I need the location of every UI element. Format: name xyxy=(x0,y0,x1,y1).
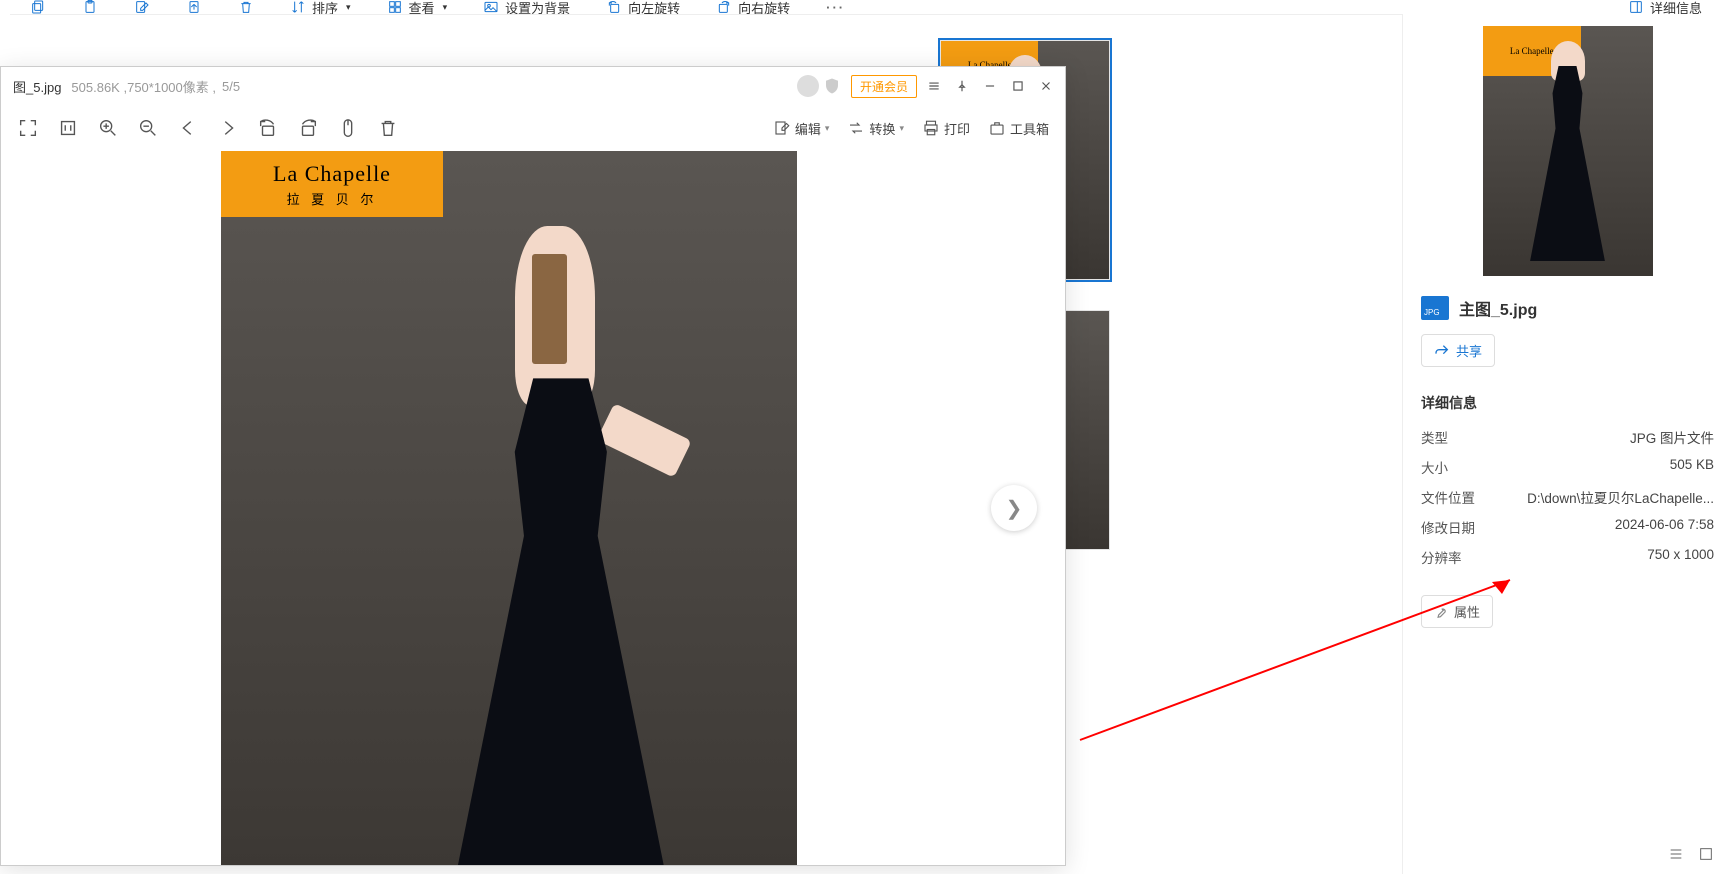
meta-size: 大小505 KB xyxy=(1421,457,1714,477)
viewer-count: 5/5 xyxy=(222,79,240,94)
meta-resolution: 分辨率750 x 1000 xyxy=(1421,547,1714,567)
meta-modified: 修改日期2024-06-06 7:58 xyxy=(1421,517,1714,537)
details-preview: La Chapelle xyxy=(1483,26,1653,276)
copy-icon[interactable] xyxy=(30,0,46,15)
toolbar-divider xyxy=(10,14,1532,15)
trash-icon[interactable] xyxy=(377,117,399,139)
filetype-icon xyxy=(1421,296,1449,320)
close-icon[interactable] xyxy=(1039,79,1053,93)
viewer-toolbar: 编辑▾ 转换▾ 打印 工具箱 xyxy=(1,105,1065,151)
viewer-filename: 图_5.jpg xyxy=(13,77,61,96)
share-arrow-icon xyxy=(1434,343,1450,359)
explorer-toolbar: 排序▾ 查看▾ 设置为背景 向左旋转 向右旋转 ··· 详细信息 xyxy=(0,0,1732,14)
meta-path: 文件位置D:\down\拉夏贝尔LaChapelle... xyxy=(1421,487,1714,507)
list-view-icon[interactable] xyxy=(1668,846,1684,862)
photo-subject xyxy=(417,212,705,865)
hamburger-icon[interactable] xyxy=(927,79,941,93)
paste-icon[interactable] xyxy=(82,0,98,15)
wrench-icon xyxy=(1434,605,1448,619)
maximize-icon[interactable] xyxy=(1011,79,1025,93)
prev-icon[interactable] xyxy=(177,117,199,139)
mouse-icon[interactable] xyxy=(337,117,359,139)
viewer-titlebar: 图_5.jpg 505.86K ,750*1000像素 , 5/5 开通会员 xyxy=(1,67,1065,105)
details-section-title: 详细信息 xyxy=(1421,393,1714,413)
delete-icon[interactable] xyxy=(238,0,254,15)
minimize-icon[interactable] xyxy=(983,79,997,93)
pin-icon[interactable] xyxy=(955,79,969,93)
rename-icon[interactable] xyxy=(134,0,150,15)
print-button[interactable]: 打印 xyxy=(922,119,970,138)
vip-button[interactable]: 开通会员 xyxy=(851,75,917,98)
edit-button[interactable]: 编辑▾ xyxy=(773,119,830,138)
more-button[interactable]: ··· xyxy=(826,0,845,15)
image-viewer-window: 图_5.jpg 505.86K ,750*1000像素 , 5/5 开通会员 xyxy=(0,66,1066,866)
viewer-canvas: La Chapelle 拉 夏 贝 尔 ❯ xyxy=(1,151,1065,865)
next-icon[interactable] xyxy=(217,117,239,139)
user-avatar[interactable] xyxy=(797,75,819,97)
details-panel: La Chapelle 主图_5.jpg 共享 详细信息 类型JPG 图片文件 … xyxy=(1402,14,1732,874)
details-filename: 主图_5.jpg xyxy=(1459,296,1537,320)
shield-icon[interactable] xyxy=(823,77,841,95)
panel-view-icon[interactable] xyxy=(1698,846,1714,862)
share-icon[interactable] xyxy=(186,0,202,15)
zoom-out-icon[interactable] xyxy=(137,117,159,139)
brand-watermark: La Chapelle 拉 夏 贝 尔 xyxy=(221,151,443,217)
zoom-in-icon[interactable] xyxy=(97,117,119,139)
fullscreen-icon[interactable] xyxy=(17,117,39,139)
attributes-button[interactable]: 属性 xyxy=(1421,595,1493,628)
fit-icon[interactable] xyxy=(57,117,79,139)
rotate-ccw-icon[interactable] xyxy=(257,117,279,139)
meta-type: 类型JPG 图片文件 xyxy=(1421,427,1714,447)
share-button[interactable]: 共享 xyxy=(1421,334,1495,367)
main-image[interactable]: La Chapelle 拉 夏 贝 尔 xyxy=(221,151,797,865)
convert-button[interactable]: 转换▾ xyxy=(847,119,904,138)
toolbox-button[interactable]: 工具箱 xyxy=(988,119,1049,138)
viewer-filesize: 505.86K ,750*1000像素 , xyxy=(71,77,216,96)
rotate-cw-icon[interactable] xyxy=(297,117,319,139)
next-image-button[interactable]: ❯ xyxy=(991,485,1037,531)
